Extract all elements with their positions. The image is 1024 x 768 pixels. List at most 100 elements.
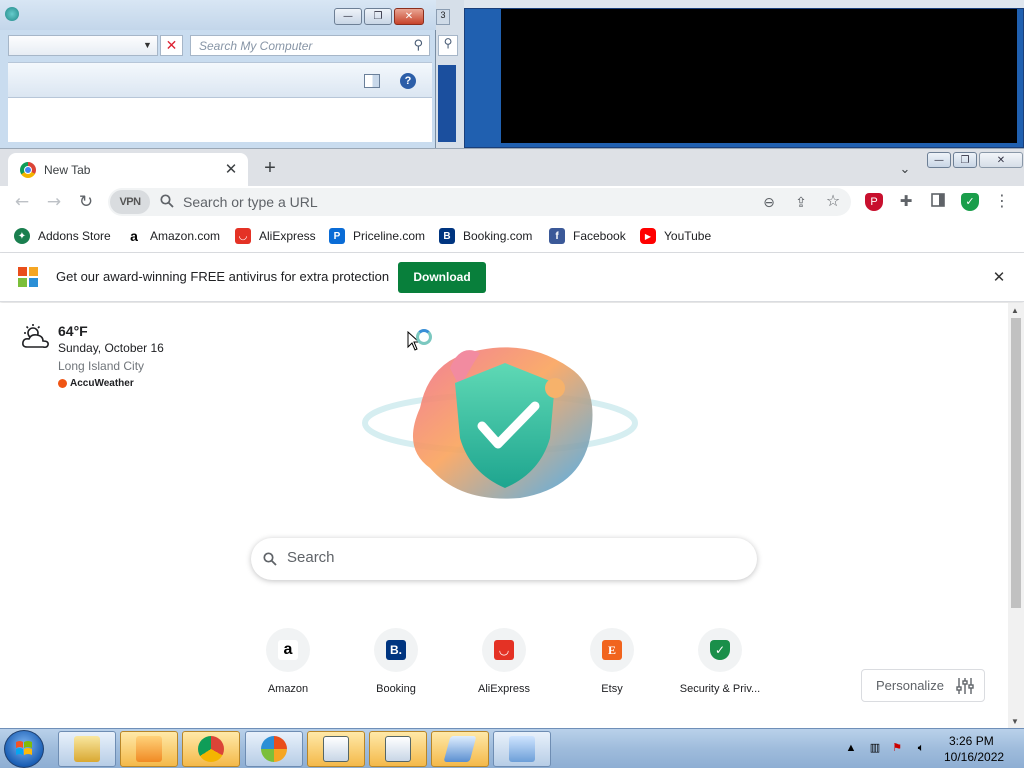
bookmark-aliexpress[interactable]: ◡ AliExpress: [235, 227, 316, 245]
shortcut-amazon[interactable]: a Amazon: [238, 628, 338, 698]
shortcut-security-privacy[interactable]: ✓ Security & Priv...: [670, 628, 770, 698]
ntp-search-placeholder: Search: [287, 549, 335, 566]
forward-button[interactable]: →: [42, 190, 66, 214]
shortcut-aliexpress[interactable]: ◡ AliExpress: [454, 628, 554, 698]
shortcut-icon-bg: B.: [374, 628, 418, 672]
video-area[interactable]: [501, 9, 1017, 143]
new-tab-page: 64°F Sunday, October 16 Long Island City…: [0, 303, 1008, 729]
explorer-search-input[interactable]: Search My Computer ⚲: [190, 35, 430, 56]
chrome-menu-icon[interactable]: ⋮: [993, 193, 1011, 211]
zoom-icon[interactable]: ⊖: [758, 191, 780, 213]
weather-widget[interactable]: 64°F Sunday, October 16 Long Island City…: [20, 321, 220, 391]
side-panel-icon[interactable]: [929, 193, 947, 211]
bookmark-booking[interactable]: B Booking.com: [439, 227, 532, 245]
tab-title: New Tab: [44, 163, 91, 177]
bookmark-facebook[interactable]: f Facebook: [549, 227, 626, 245]
scroll-down-arrow-icon[interactable]: ▼: [1011, 717, 1019, 726]
taskbar-explorer[interactable]: [58, 731, 116, 767]
infobar-close-button[interactable]: ✕: [990, 268, 1008, 286]
help-icon[interactable]: ?: [400, 73, 416, 89]
explorer-address-bar[interactable]: [8, 35, 158, 56]
page-scrollbar[interactable]: ▲ ▼: [1008, 303, 1024, 729]
maximize-button[interactable]: ❐: [953, 152, 977, 168]
address-dropdown-icon[interactable]: ▼: [143, 40, 152, 50]
preview-pane-icon[interactable]: [364, 74, 380, 88]
tab-new-tab[interactable]: New Tab ✕: [8, 153, 248, 186]
share-icon[interactable]: ⇪: [790, 191, 812, 213]
explorer-search-placeholder: Search My Computer: [199, 39, 313, 53]
taskbar-media-player[interactable]: [120, 731, 178, 767]
bookmark-label: AliExpress: [259, 229, 316, 243]
clear-address-button[interactable]: ✕: [160, 35, 183, 56]
tab-strip: New Tab ✕ + ⌄ — ❐ ✕: [0, 149, 1024, 186]
new-tab-button[interactable]: +: [258, 156, 282, 180]
clock-time[interactable]: 3:26 PM: [949, 734, 994, 748]
bookmark-priceline[interactable]: P Priceline.com: [329, 227, 425, 245]
address-bar[interactable]: VPN Search or type a URL ⊖ ⇪ ☆: [108, 188, 851, 216]
download-button[interactable]: Download: [398, 262, 486, 293]
reload-button[interactable]: ↻: [74, 190, 98, 214]
bookmarks-bar: ✦ Addons Store a Amazon.com ◡ AliExpress…: [0, 218, 1024, 253]
booking-icon: B.: [386, 640, 406, 660]
security-extension-icon[interactable]: ✓: [961, 193, 979, 211]
windows-taskbar: ▲ ▥ ⚑ 🔈︎ 3:26 PM 10/16/2022: [0, 728, 1024, 768]
youtube-icon: ▶: [640, 228, 656, 244]
taskbar-search-app[interactable]: [493, 731, 551, 767]
bookmark-youtube[interactable]: ▶ YouTube: [640, 227, 711, 245]
close-button[interactable]: ✕: [979, 152, 1023, 168]
security-shield-illustration: [362, 347, 638, 499]
shortcut-icon-bg: E: [590, 628, 634, 672]
shortcut-booking[interactable]: B. Booking: [346, 628, 446, 698]
taskbar-window-1[interactable]: [307, 731, 365, 767]
network-icon[interactable]: ▥: [868, 741, 882, 755]
taskbar-window-2[interactable]: [369, 731, 427, 767]
busy-spinner-icon: [416, 329, 432, 345]
volume-icon[interactable]: 🔈︎: [914, 741, 928, 755]
media-player-window[interactable]: [464, 8, 1024, 148]
close-icon[interactable]: 3: [436, 9, 450, 25]
search-icon[interactable]: ⚲: [438, 35, 458, 56]
window-icon: [385, 736, 411, 762]
bookmark-amazon[interactable]: a Amazon.com: [126, 227, 220, 245]
search-icon[interactable]: ⚲: [413, 37, 423, 53]
clock-date[interactable]: 10/16/2022: [944, 750, 1004, 764]
personalize-button[interactable]: Personalize: [861, 669, 985, 702]
scrollbar-thumb[interactable]: [1011, 318, 1021, 608]
ntp-search-box[interactable]: Search: [251, 538, 757, 580]
tab-search-button[interactable]: ⌄: [893, 157, 917, 181]
taskbar-chrome[interactable]: [182, 731, 240, 767]
bookmark-addons-store[interactable]: ✦ Addons Store: [14, 227, 111, 245]
action-center-flag-icon[interactable]: ⚑: [890, 741, 904, 755]
bookmark-label: Priceline.com: [353, 229, 426, 243]
vpn-button[interactable]: VPN: [110, 190, 150, 214]
bookmark-star-icon[interactable]: ☆: [822, 191, 844, 213]
start-button[interactable]: [4, 730, 44, 768]
taskbar-drive[interactable]: [431, 731, 489, 767]
back-button[interactable]: ←: [10, 190, 34, 214]
windows-logo-icon: [16, 741, 32, 755]
extensions-puzzle-icon[interactable]: ✚: [897, 193, 915, 211]
show-hidden-icons-arrow-icon[interactable]: ▲: [844, 741, 858, 755]
explorer-minimize-button[interactable]: —: [334, 8, 362, 25]
addons-store-icon: ✦: [14, 228, 30, 244]
bookmark-label: Booking.com: [463, 229, 533, 243]
shortcut-etsy[interactable]: E Etsy: [562, 628, 662, 698]
shortcut-icon-bg: ◡: [482, 628, 526, 672]
media-player-icon: [136, 736, 162, 762]
minimize-button[interactable]: —: [927, 152, 951, 168]
partly-cloudy-icon: [22, 324, 49, 349]
scroll-up-arrow-icon[interactable]: ▲: [1011, 306, 1019, 315]
weather-date: Sunday, October 16: [58, 341, 164, 355]
sliders-icon: [956, 677, 974, 694]
chrome-window: New Tab ✕ + ⌄ — ❐ ✕ ← → ↻ VPN Search or …: [0, 148, 1024, 729]
priceline-icon: P: [329, 228, 345, 244]
address-bar-placeholder: Search or type a URL: [183, 194, 318, 210]
explorer-close-button[interactable]: ✕: [394, 8, 424, 25]
explorer-maximize-button[interactable]: ❐: [364, 8, 392, 25]
explorer-content-area: [8, 98, 432, 142]
tab-close-button[interactable]: ✕: [222, 160, 240, 178]
booking-icon: B: [439, 228, 455, 244]
pinterest-extension-icon[interactable]: P: [865, 193, 883, 211]
taskbar-avg-browser[interactable]: [245, 731, 303, 767]
explorer-window-controls: — ❐ ✕: [334, 8, 424, 25]
